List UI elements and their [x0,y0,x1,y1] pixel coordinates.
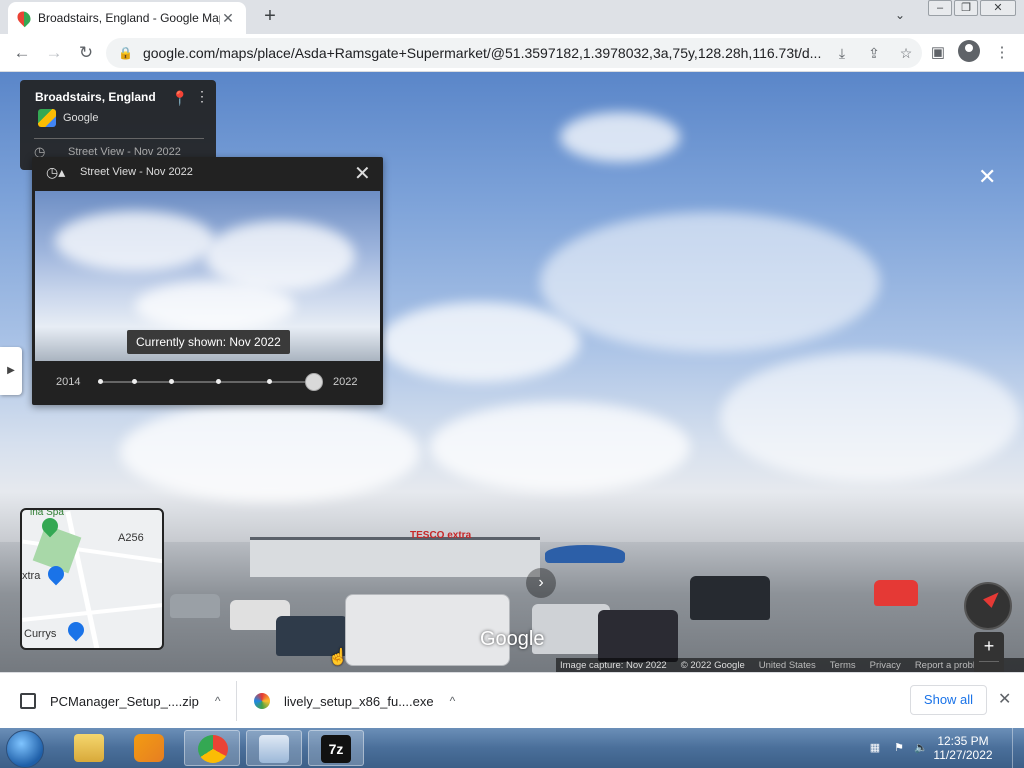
location-pin-icon[interactable]: 📍 [171,90,188,107]
tab-strip: Broadstairs, England - Google Maps ✕ + ⌄… [0,0,1024,34]
download-shelf: PCManager_Setup_....zip ^ lively_setup_x… [0,672,1024,728]
google-watermark: Google [480,628,545,650]
zip-file-icon [20,693,36,709]
volume-icon[interactable]: 🔈 [914,742,928,754]
maps-favicon-icon [14,8,34,28]
close-time-panel-icon[interactable]: ✕ [354,161,371,186]
supermarket-building [250,537,540,577]
time-panel-header: Street View - Nov 2022 [80,166,193,178]
download-filename: lively_setup_x86_fu....exe [284,693,434,709]
clock-time: 12:35 PM [937,734,989,748]
forward-arrow-icon[interactable]: → [42,41,66,65]
minimap-label: A256 [118,532,144,544]
clock-date: 11/27/2022 [933,748,993,762]
browser-toolbar: ← → ↻ 🔒 google.com/maps/place/Asda+Ramsg… [0,34,1024,72]
download-item[interactable]: PCManager_Setup_....zip ^ [20,687,221,715]
timeline-dot[interactable] [267,379,272,384]
image-capture-date: Image capture: Nov 2022 [560,659,667,671]
zoom-out-button[interactable]: − [974,661,1004,672]
close-window-button[interactable]: ✕ [980,0,1016,16]
place-name: Broadstairs, England [35,90,156,104]
navigate-forward-arrow-icon[interactable]: › [526,568,556,598]
car [690,576,770,620]
control-panel-icon[interactable] [246,730,302,766]
chevron-up-icon[interactable]: ^ [450,694,456,708]
url-text: google.com/maps/place/Asda+Ramsgate+Supe… [142,45,822,61]
timeline-slider-thumb[interactable] [305,373,323,391]
tab-close-button[interactable]: ✕ [220,10,236,27]
timeline-dot[interactable] [132,379,137,384]
time-travel-panel: ◷▴ Street View - Nov 2022 ✕ Currently sh… [32,157,383,405]
privacy-link[interactable]: Privacy [870,660,901,671]
chrome-icon[interactable] [184,730,240,766]
minimize-button[interactable]: – [928,0,952,16]
timeline-dot[interactable] [216,379,221,384]
timeline-end-year: 2022 [333,376,358,388]
download-filename: PCManager_Setup_....zip [50,693,199,709]
new-tab-button[interactable]: + [258,5,282,29]
hand-cursor-icon: ☝ [328,649,348,666]
tab-title: Broadstairs, England - Google Maps [38,11,220,25]
zoom-control: + − [974,632,1004,672]
blue-umbrella [545,545,625,563]
minimap-label: ina Spa [30,508,64,518]
timeline-dot[interactable] [169,379,174,384]
start-button-icon[interactable] [6,730,44,768]
car [598,610,678,662]
bookmark-star-icon[interactable]: ☆ [890,45,922,62]
car [170,594,220,618]
brand-label: Google [63,112,99,124]
copyright: © 2022 Google [680,659,745,671]
download-item[interactable]: lively_setup_x86_fu....exe ^ [254,687,455,715]
share-icon[interactable]: ⇪ [858,45,890,62]
7zip-icon[interactable]: 7z [308,730,364,766]
close-download-shelf-icon[interactable]: ✕ [998,689,1011,709]
restore-button[interactable]: ❐ [954,0,978,16]
flag-warning-icon[interactable]: ⚑ [892,742,906,754]
reload-icon[interactable]: ↻ [74,41,98,65]
zoom-in-button[interactable]: + [974,632,1004,661]
file-explorer-icon[interactable] [62,730,118,766]
network-icon[interactable]: ▦ [868,742,882,754]
minimap[interactable]: ina Spa A256 xtra Currys [20,508,164,650]
more-menu-icon[interactable]: ⋮ [990,41,1014,65]
minimap-label: Currys [24,628,57,640]
close-street-view-icon[interactable]: ✕ [978,164,996,190]
google-maps-logo-icon [38,109,56,127]
timeline-start-year: 2014 [56,376,81,388]
timeline-dot[interactable] [98,379,103,384]
minimap-label: xtra [22,570,41,582]
more-options-icon[interactable]: ⋮ [195,88,209,105]
car [874,580,918,606]
browser-tab[interactable]: Broadstairs, England - Google Maps ✕ [8,2,246,34]
exe-file-icon [254,693,270,709]
store-sign: TESCO extra [410,530,472,541]
profile-avatar-icon[interactable] [958,40,980,62]
lock-icon: 🔒 [118,46,133,60]
chevron-up-icon[interactable]: ^ [215,694,221,708]
show-all-button[interactable]: Show all [910,685,987,715]
timeline-slider-track[interactable] [98,379,314,384]
media-player-icon[interactable] [122,730,178,766]
windows-taskbar: 7z ▦ ⚑ 🔈 12:35 PM 11/27/2022 [0,728,1024,768]
system-clock[interactable]: 12:35 PM 11/27/2022 [930,734,996,762]
install-app-icon[interactable]: ⤓ [826,45,858,62]
terms-link[interactable]: Terms [830,660,856,671]
history-clock-icon[interactable]: ◷▴ [46,164,65,181]
side-panel-icon[interactable]: ▣ [926,41,950,65]
back-arrow-icon[interactable]: ← [10,41,34,65]
attribution-bar: Image capture: Nov 2022 © 2022 Google Un… [556,658,1024,672]
region-link[interactable]: United States [759,660,816,671]
show-desktop-button[interactable] [1012,728,1024,768]
compass-icon[interactable] [964,582,1012,630]
store-pin-icon[interactable] [64,618,88,642]
tab-search-chevron-icon[interactable]: ⌄ [895,8,905,22]
currently-shown-tooltip: Currently shown: Nov 2022 [127,330,290,354]
address-bar[interactable]: 🔒 google.com/maps/place/Asda+Ramsgate+Su… [106,38,922,68]
expand-side-panel-icon[interactable]: ▶ [0,347,22,395]
